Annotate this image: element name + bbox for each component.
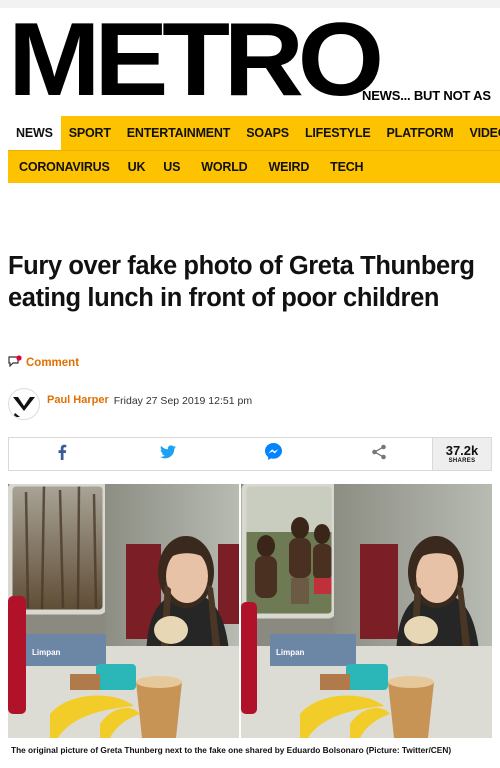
nav-entertainment[interactable]: ENTERTAINMENT (119, 116, 238, 150)
facebook-icon (57, 444, 67, 465)
twitter-share-button[interactable] (115, 438, 221, 470)
author-name[interactable]: Paul Harper (47, 394, 109, 406)
secondary-nav: CORONAVIRUS UK US WORLD WEIRD TECH (8, 150, 500, 183)
logo-tagline: NEWS... BUT NOT AS (362, 88, 491, 103)
nav-news[interactable]: NEWS (8, 116, 61, 150)
facebook-share-button[interactable] (9, 438, 115, 470)
nav-weird[interactable]: WEIRD (255, 151, 317, 183)
share-icon (371, 444, 387, 465)
share-bar: 37.2k SHARES (8, 437, 492, 471)
byline: Paul Harper Friday 27 Sep 2019 12:51 pm (8, 388, 252, 420)
messenger-share-button[interactable] (221, 438, 327, 470)
share-count: 37.2k SHARES (432, 438, 491, 470)
packet-label: Limpan (32, 648, 61, 657)
comment-link[interactable]: Comment (8, 355, 79, 370)
metro-logo[interactable]: METRO (8, 8, 384, 112)
nav-lifestyle[interactable]: LIFESTYLE (297, 116, 379, 150)
comment-icon (8, 355, 22, 370)
nav-world[interactable]: WORLD (188, 151, 255, 183)
author-avatar[interactable] (8, 388, 40, 420)
image-caption: The original picture of Greta Thunberg n… (8, 738, 495, 762)
nav-platform[interactable]: PLATFORM (379, 116, 462, 150)
messenger-icon (264, 443, 282, 465)
article-image[interactable]: Limpan Limpan (7, 481, 492, 738)
general-share-button[interactable] (326, 438, 432, 470)
nav-video[interactable]: VIDEO (461, 116, 500, 150)
packet-label-fake: Limpan (276, 648, 305, 657)
nav-coronavirus[interactable]: CORONAVIRUS (8, 151, 118, 183)
share-count-number: 37.2k (445, 443, 479, 458)
article-headline: Fury over fake photo of Greta Thunberg e… (8, 252, 475, 312)
nav-soaps[interactable]: SOAPS (238, 116, 297, 150)
nav-tech[interactable]: TECH (317, 151, 371, 183)
twitter-icon (159, 444, 176, 464)
nav-sport[interactable]: SPORT (61, 116, 119, 150)
nav-us[interactable]: US (153, 151, 188, 183)
comment-label: Comment (26, 356, 80, 369)
nav-uk[interactable]: UK (118, 151, 154, 183)
share-count-label: SHARES (448, 458, 476, 464)
fake-photo: Limpan (241, 481, 492, 738)
publish-date: Friday 27 Sep 2019 12:51 pm (113, 395, 253, 407)
primary-nav: NEWS SPORT ENTERTAINMENT SOAPS LIFESTYLE… (8, 116, 500, 150)
original-photo: Limpan (7, 481, 239, 738)
